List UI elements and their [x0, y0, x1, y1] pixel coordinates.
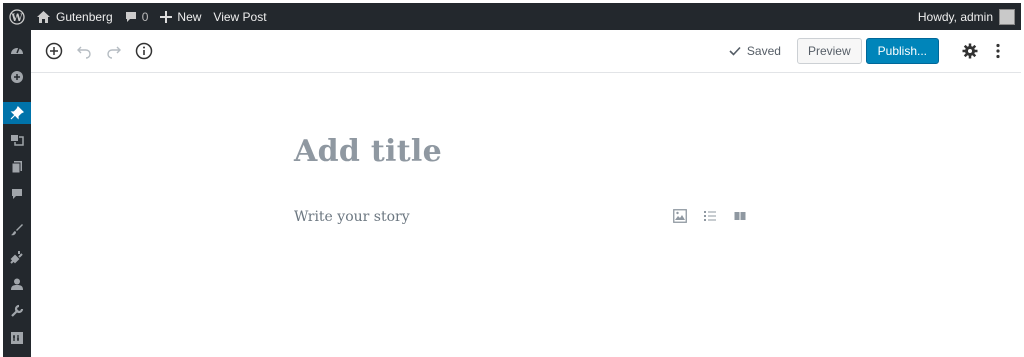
more-vertical-icon: [996, 43, 1000, 59]
post-title-input[interactable]: Add title: [294, 134, 442, 169]
view-post-label: View Post: [213, 9, 267, 24]
my-account-menu[interactable]: Howdy, admin: [912, 3, 1021, 30]
more-options-button[interactable]: [987, 40, 1009, 62]
checkmark-icon: [729, 46, 741, 56]
view-post-link[interactable]: View Post: [207, 3, 272, 30]
site-name-link[interactable]: Gutenberg: [31, 3, 119, 30]
comment-bubble-icon: [125, 11, 136, 22]
insert-image-button[interactable]: [672, 208, 688, 224]
paragraph-block-placeholder[interactable]: Write your story: [294, 209, 410, 225]
redo-icon: [107, 46, 121, 59]
site-name: Gutenberg: [56, 9, 113, 24]
redo-button[interactable]: [103, 40, 125, 62]
admin-sidebar: [3, 30, 37, 357]
sidebar-item-tools[interactable]: [3, 300, 31, 322]
block-editor: Saved Preview Publish... Add title Write…: [31, 30, 1021, 357]
quick-inserter: [672, 208, 748, 224]
content-info-button[interactable]: [133, 40, 155, 62]
wrench-icon: [11, 304, 24, 317]
saved-indicator: Saved: [729, 44, 781, 58]
new-content-link[interactable]: New: [154, 3, 207, 30]
new-label: New: [177, 9, 202, 24]
sidebar-item-media[interactable]: [3, 129, 31, 151]
gear-icon: [962, 43, 978, 59]
saved-label: Saved: [746, 44, 781, 58]
users-icon: [11, 278, 23, 290]
undo-icon: [77, 46, 91, 59]
svg-text:W: W: [10, 13, 23, 24]
sidebar-item-dashboard[interactable]: [3, 39, 31, 61]
info-icon: [135, 42, 153, 60]
add-block-button[interactable]: [43, 40, 65, 62]
sidebar-item-posts[interactable]: [3, 102, 37, 124]
settings-grid-icon: [11, 332, 23, 344]
editor-toolbar: Saved Preview Publish...: [31, 30, 1021, 73]
avatar: [999, 8, 1015, 25]
comments-count: 0: [141, 9, 149, 24]
sidebar-item-comments[interactable]: [3, 183, 31, 205]
admin-bar: W Gutenberg 0 New View Post Howdy, admin: [3, 3, 1021, 30]
preview-button[interactable]: Preview: [796, 38, 862, 64]
pushpin-icon: [10, 106, 24, 120]
paintbrush-icon: [11, 224, 23, 236]
gutenberg-icon: [11, 71, 23, 83]
plugin-icon: [10, 251, 23, 264]
howdy-text: Howdy, admin: [917, 9, 993, 24]
comments-link[interactable]: 0: [119, 3, 155, 30]
media-icon: [11, 135, 24, 146]
pages-icon: [11, 161, 22, 174]
publish-button[interactable]: Publish...: [865, 38, 939, 64]
wordpress-logo-icon[interactable]: W: [3, 3, 31, 30]
comments-icon: [12, 189, 22, 199]
sidebar-item-appearance[interactable]: [3, 219, 31, 241]
sidebar-item-plugins[interactable]: [3, 246, 31, 268]
columns-icon: [734, 212, 746, 220]
insert-columns-button[interactable]: [732, 208, 748, 224]
dashboard-icon: [11, 47, 23, 54]
undo-button[interactable]: [73, 40, 95, 62]
plus-circle-icon: [45, 42, 63, 60]
image-icon: [673, 209, 687, 223]
list-icon: [704, 211, 716, 221]
sidebar-item-users[interactable]: [3, 273, 31, 295]
sidebar-item-gutenberg[interactable]: [3, 66, 31, 88]
insert-list-button[interactable]: [702, 208, 718, 224]
sidebar-item-settings[interactable]: [3, 327, 31, 349]
plus-icon: [160, 10, 173, 23]
home-icon: [37, 10, 50, 23]
settings-button[interactable]: [959, 40, 981, 62]
sidebar-item-pages[interactable]: [3, 156, 31, 178]
